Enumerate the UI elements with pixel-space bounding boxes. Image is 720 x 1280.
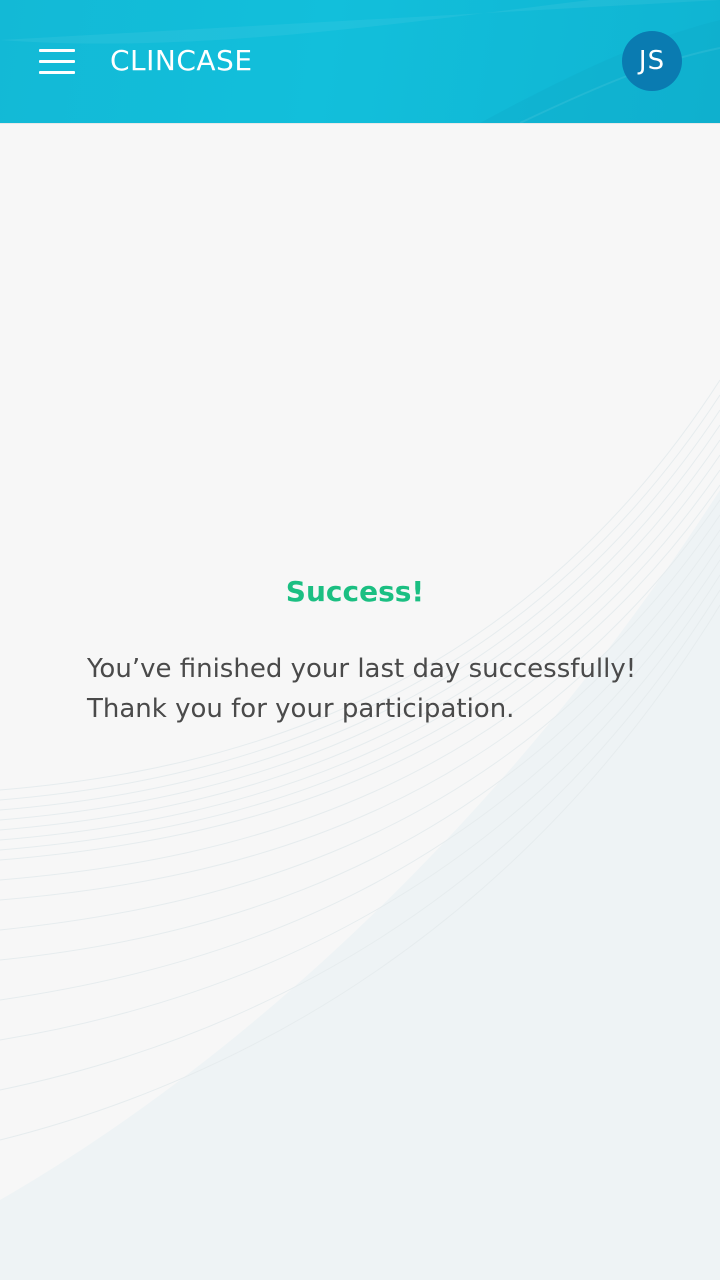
completion-message: You’ve finished your last day successful… xyxy=(87,649,687,729)
screen: CLINCASE JS Success! You’ve finished you… xyxy=(0,0,720,1280)
app-title: CLINCASE xyxy=(110,44,253,77)
user-avatar[interactable]: JS xyxy=(622,31,682,91)
background-wave-decoration xyxy=(0,379,720,1280)
app-header: CLINCASE JS xyxy=(0,0,720,123)
success-title: Success! xyxy=(285,575,425,608)
header-wave-decoration xyxy=(0,0,720,123)
message-line-1: You’ve finished your last day successful… xyxy=(87,654,637,684)
menu-button[interactable] xyxy=(28,36,86,86)
message-line-2: Thank you for your participation. xyxy=(87,694,515,724)
